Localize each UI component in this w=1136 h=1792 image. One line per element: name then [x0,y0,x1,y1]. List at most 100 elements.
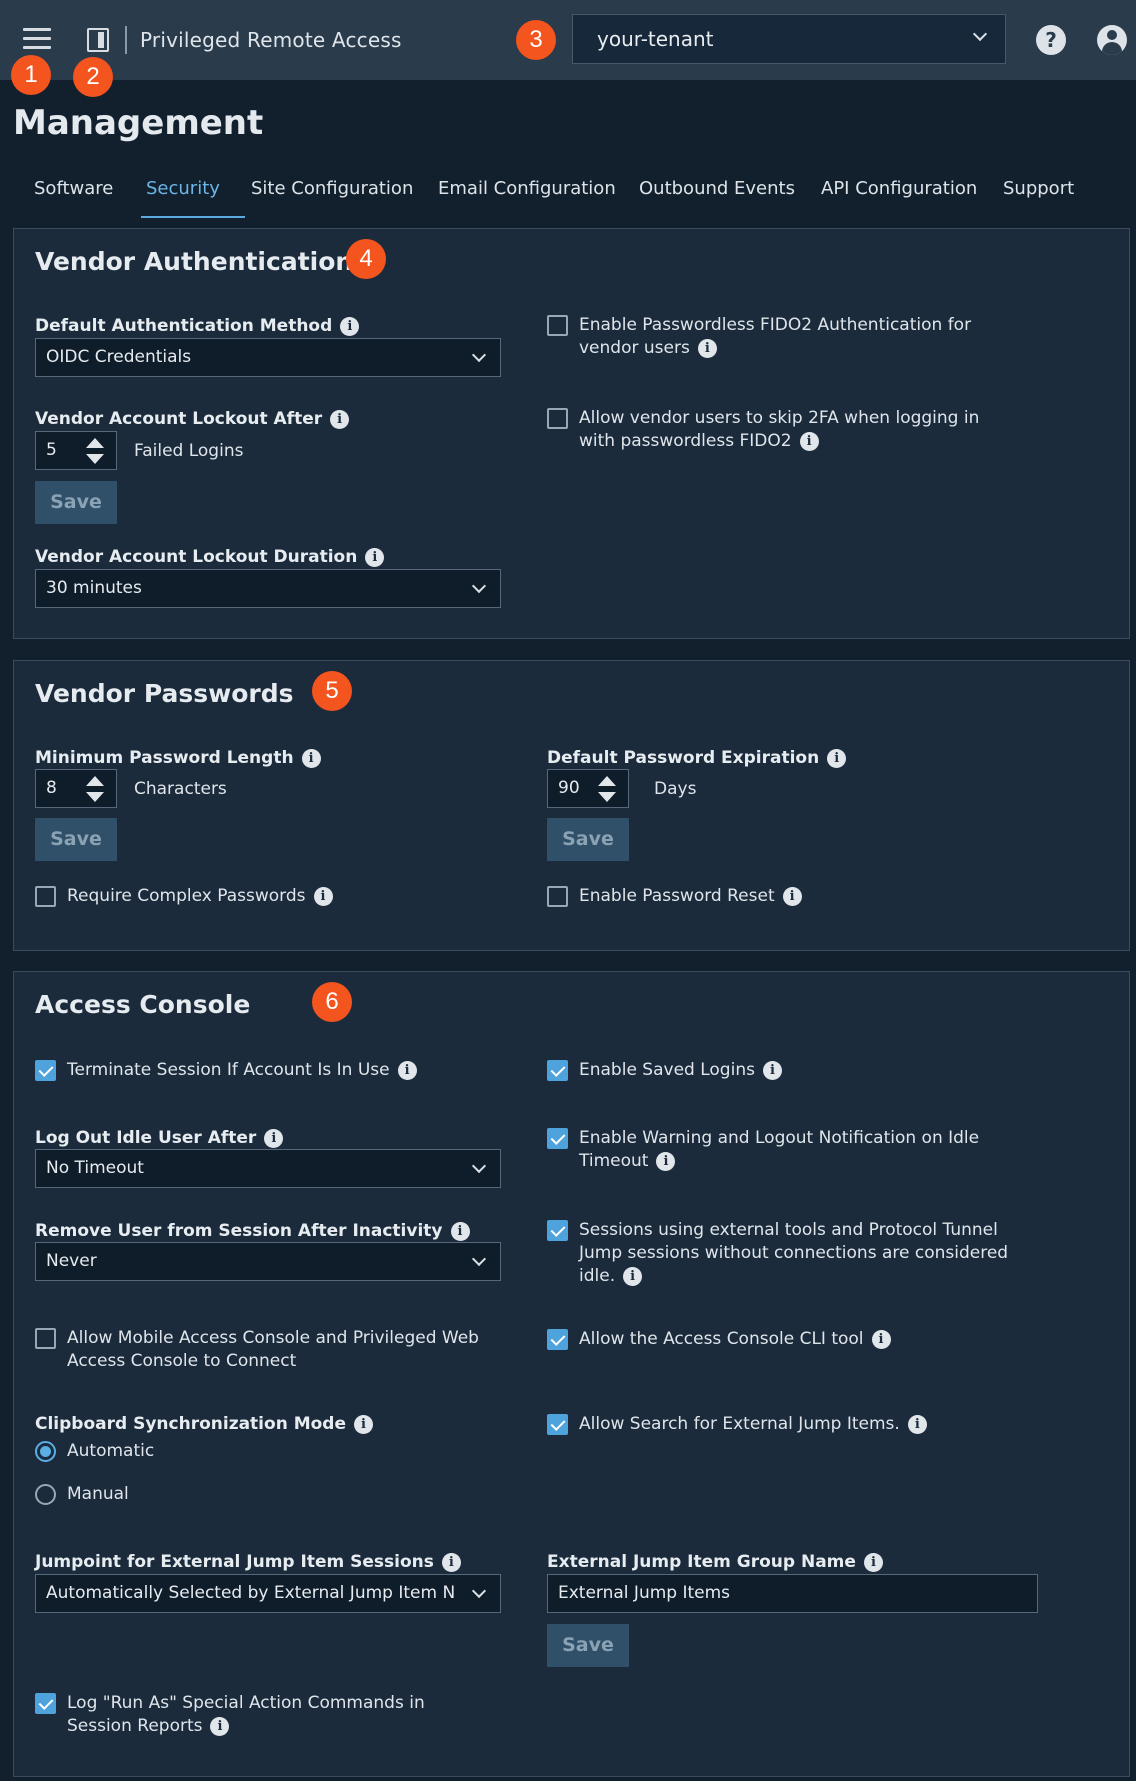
save-button[interactable]: Save [547,818,629,861]
tab-email-configuration[interactable]: Email Configuration [438,178,616,199]
log-runas-checkbox[interactable] [35,1693,56,1714]
clipboard-automatic-radio[interactable] [35,1441,56,1462]
info-icon[interactable]: i [782,887,802,906]
save-button[interactable]: Save [35,481,117,524]
top-bar: Privileged Remote Access your-tenant ? [0,0,1136,80]
info-icon[interactable]: i [301,749,321,768]
info-icon[interactable]: i [863,1553,883,1572]
group-name-label: External Jump Item Group Name i [547,1552,883,1572]
info-icon[interactable]: i [264,1129,284,1148]
min-password-length-stepper[interactable]: 8 [35,769,117,808]
idle-warning-label: Enable Warning and Logout Notification o… [579,1128,980,1171]
chevron-down-icon [471,347,487,363]
info-icon[interactable]: i [697,339,717,358]
section-title: Vendor Passwords [35,679,294,708]
info-icon[interactable]: i [656,1152,676,1171]
tab-security[interactable]: Security [146,178,220,199]
password-expiration-label: Default Password Expiration i [547,748,847,768]
lockout-after-label: Vendor Account Lockout After i [35,409,350,429]
info-icon[interactable]: i [907,1415,927,1434]
callout-4: 4 [346,239,386,279]
save-button[interactable]: Save [35,818,117,861]
terminate-session-label: Terminate Session If Account Is In Use i [67,1059,417,1082]
decrement-icon[interactable] [86,454,104,464]
active-tab-indicator [141,216,245,218]
info-icon[interactable]: i [827,749,847,768]
tab-software[interactable]: Software [34,178,113,199]
increment-icon[interactable] [86,438,104,448]
clipboard-automatic-label: Automatic [67,1441,155,1461]
panel-toggle-icon[interactable] [87,28,109,52]
log-runas-label: Log "Run As" Special Action Commands in … [67,1693,425,1736]
remove-user-label: Remove User from Session After Inactivit… [35,1221,470,1241]
info-icon[interactable]: i [210,1717,230,1736]
increment-icon[interactable] [86,776,104,786]
chevron-down-icon [471,578,487,594]
callout-3: 3 [516,20,556,60]
clipboard-mode-label: Clipboard Synchronization Mode i [35,1414,374,1434]
external-tools-idle-label: Sessions using external tools and Protoc… [579,1220,1009,1286]
external-tools-idle-checkbox[interactable] [547,1220,568,1241]
search-external-label: Allow Search for External Jump Items. i [579,1413,927,1436]
min-password-length-label: Minimum Password Length i [35,748,321,768]
clipboard-manual-radio[interactable] [35,1484,56,1505]
info-icon[interactable]: i [623,1267,643,1286]
info-icon[interactable]: i [799,432,819,451]
cli-tool-checkbox[interactable] [547,1329,568,1350]
lockout-duration-select[interactable]: 30 minutes [35,569,501,608]
complex-passwords-checkbox[interactable] [35,886,56,907]
info-icon[interactable]: i [365,548,385,567]
info-icon[interactable]: i [871,1330,891,1349]
idle-logout-select[interactable]: No Timeout [35,1149,501,1188]
jumpoint-label: Jumpoint for External Jump Item Sessions… [35,1552,461,1572]
tenant-select[interactable]: your-tenant [572,14,1006,64]
group-name-input[interactable]: External Jump Items [547,1574,1038,1613]
saved-logins-label: Enable Saved Logins i [579,1059,782,1082]
menu-icon[interactable] [23,28,51,50]
password-reset-checkbox[interactable] [547,886,568,907]
decrement-icon[interactable] [598,792,616,802]
saved-logins-checkbox[interactable] [547,1060,568,1081]
callout-6: 6 [312,982,352,1022]
info-icon[interactable]: i [762,1061,782,1080]
search-external-checkbox[interactable] [547,1414,568,1435]
info-icon[interactable]: i [330,410,350,429]
callout-5: 5 [312,671,352,711]
mobile-console-checkbox[interactable] [35,1328,56,1349]
password-reset-label: Enable Password Reset i [579,885,802,908]
user-avatar-icon[interactable] [1097,25,1127,55]
jumpoint-select[interactable]: Automatically Selected by External Jump … [35,1574,501,1613]
info-icon[interactable]: i [441,1553,461,1572]
info-icon[interactable]: i [313,887,333,906]
terminate-session-checkbox[interactable] [35,1060,56,1081]
complex-passwords-label: Require Complex Passwords i [67,885,333,908]
lockout-after-stepper[interactable]: 5 [35,431,117,470]
remove-user-select[interactable]: Never [35,1242,501,1281]
password-expiration-unit: Days [654,779,697,799]
increment-icon[interactable] [598,776,616,786]
lockout-after-unit: Failed Logins [134,441,244,461]
info-icon[interactable]: i [397,1061,417,1080]
info-icon[interactable]: i [340,317,360,336]
skip-2fa-checkbox[interactable] [547,408,568,429]
default-auth-method-select[interactable]: OIDC Credentials [35,338,501,377]
help-icon[interactable]: ? [1036,25,1066,55]
vendor-passwords-card: Vendor Passwords 5 Minimum Password Leng… [13,660,1130,951]
callout-2: 2 [73,57,113,97]
lockout-duration-label: Vendor Account Lockout Duration i [35,547,385,567]
tab-api-configuration[interactable]: API Configuration [821,178,977,199]
info-icon[interactable]: i [450,1222,470,1241]
save-button[interactable]: Save [547,1624,629,1667]
decrement-icon[interactable] [86,792,104,802]
password-expiration-stepper[interactable]: 90 [547,769,629,808]
default-auth-method-label: Default Authentication Method i [35,316,360,336]
tab-support[interactable]: Support [1003,178,1074,199]
fido2-checkbox[interactable] [547,315,568,336]
tab-outbound-events[interactable]: Outbound Events [639,178,795,199]
tenant-value: your-tenant [597,27,714,51]
tab-site-configuration[interactable]: Site Configuration [251,178,413,199]
clipboard-manual-label: Manual [67,1484,129,1504]
info-icon[interactable]: i [354,1415,374,1434]
chevron-down-icon [471,1251,487,1267]
idle-warning-checkbox[interactable] [547,1128,568,1149]
